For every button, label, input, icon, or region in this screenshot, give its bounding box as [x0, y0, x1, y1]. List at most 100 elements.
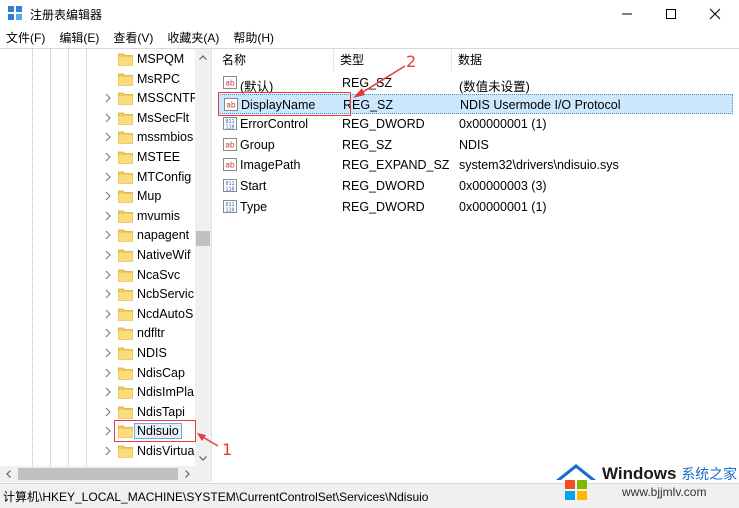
tree-item[interactable]: NdisImPla [0, 383, 195, 402]
regedit-app-icon [8, 6, 22, 20]
window-title: 注册表编辑器 [30, 8, 103, 22]
tree-item[interactable]: MsRPC [0, 70, 195, 89]
menu-file[interactable]: 文件(F) [0, 28, 51, 48]
maximize-button[interactable] [649, 0, 693, 28]
scroll-down-button[interactable] [195, 450, 211, 466]
maximize-icon [666, 9, 676, 19]
expand-arrow-icon[interactable] [103, 112, 113, 124]
svg-text:110: 110 [225, 187, 234, 193]
folder-icon [118, 308, 133, 321]
tree-item-label: NcbServic [137, 287, 194, 302]
expand-arrow-icon[interactable] [103, 347, 113, 359]
key-tree-pane[interactable]: MSPQM MsRPC MSSCNTR MsSecFlt mssmbios MSTEE MT… [0, 49, 212, 482]
tree-item[interactable]: NDIS [0, 344, 195, 363]
expand-arrow-icon[interactable] [103, 425, 113, 437]
tree-item[interactable]: MSSCNTR [0, 89, 199, 108]
value-data: system32\drivers\ndisuio.sys [459, 158, 619, 173]
folder-icon [118, 347, 133, 360]
tree-item[interactable]: MTConfig [0, 168, 195, 187]
tree-item[interactable]: NdisVirtua [0, 442, 195, 461]
string-value-icon: ab [223, 76, 237, 89]
annotation-arrow-2 [353, 65, 406, 98]
menu-help[interactable]: 帮助(H) [227, 28, 280, 48]
folder-icon [118, 367, 133, 380]
annotation-number-2: 2 [406, 52, 417, 71]
title-bar: 注册表编辑器 [0, 0, 739, 28]
tree-item[interactable]: ndfltr [0, 324, 195, 343]
value-row[interactable]: ab ImagePath REG_EXPAND_SZ system32\drivers… [218, 155, 733, 175]
tree-item[interactable]: napagent [0, 226, 195, 245]
folder-icon [118, 92, 133, 106]
value-row[interactable]: 011 110 ErrorControl REG_DWORD 0x00000001 (1… [218, 114, 733, 134]
watermark-brand-cn: 系统之家 [681, 466, 738, 482]
value-type: REG_DWORD [342, 179, 425, 193]
scroll-up-button[interactable] [195, 49, 211, 65]
column-header-data[interactable]: 数据 [452, 49, 739, 71]
folder-icon [118, 386, 133, 400]
expand-arrow-icon[interactable] [103, 327, 113, 339]
scroll-left-button[interactable] [0, 466, 16, 482]
expand-arrow-icon[interactable] [103, 229, 113, 241]
minimize-button[interactable] [605, 0, 649, 28]
tree-item[interactable]: NdisTapi [0, 403, 195, 422]
expand-arrow-icon[interactable] [103, 288, 113, 300]
svg-text:ab: ab [225, 79, 235, 88]
tree-item[interactable]: MsSecFlt [0, 109, 195, 128]
expand-arrow-icon[interactable] [103, 171, 113, 183]
expand-arrow-icon[interactable] [103, 131, 113, 143]
tree-vertical-scrollbar[interactable] [195, 49, 211, 466]
tree-item-label: MsSecFlt [137, 110, 190, 125]
value-name: Start [240, 179, 267, 193]
minimize-icon [622, 13, 632, 15]
tree-item-label: NdisImPla [137, 385, 194, 400]
tree-item[interactable]: MSPQM [0, 50, 195, 69]
menu-favorites[interactable]: 收藏夹(A) [161, 28, 225, 48]
tree-item[interactable]: NcbServic [0, 285, 195, 304]
tree-item-label: ndfltr [137, 326, 165, 341]
watermark: Windows 系统之家 www.bjjmlv.com [550, 458, 739, 507]
expand-arrow-icon[interactable] [103, 308, 113, 320]
scroll-thumb[interactable] [196, 231, 210, 246]
tree-item[interactable]: mssmbios [0, 128, 195, 147]
menu-edit[interactable]: 编辑(E) [53, 28, 105, 48]
folder-icon [118, 445, 133, 458]
tree-item[interactable]: NcdAutoS [0, 305, 195, 324]
tree-item[interactable]: mvumis [0, 207, 195, 226]
expand-arrow-icon[interactable] [103, 151, 113, 163]
value-row[interactable]: ab (默认) REG_SZ (数值未设置) [218, 73, 733, 94]
tree-item[interactable]: Mup [0, 187, 195, 206]
windows-house-logo-icon [556, 464, 596, 500]
expand-arrow-icon[interactable] [103, 406, 113, 418]
folder-icon [118, 288, 133, 302]
value-row[interactable]: ab Group REG_SZ NDIS [218, 135, 733, 155]
folder-icon [118, 73, 133, 86]
expand-arrow-icon[interactable] [103, 190, 113, 202]
scroll-thumb[interactable] [18, 468, 178, 480]
tree-item-label: MsRPC [137, 71, 181, 86]
tree-item[interactable]: NcaSvc [0, 266, 195, 285]
svg-text:110: 110 [225, 125, 234, 131]
expand-arrow-icon[interactable] [103, 269, 113, 281]
expand-arrow-icon[interactable] [103, 445, 113, 457]
scroll-right-button[interactable] [179, 466, 195, 482]
value-data: (数值未设置) [459, 80, 530, 94]
tree-item-label: mssmbios [137, 130, 194, 145]
column-header-name[interactable]: 名称 [216, 49, 334, 71]
key-path: 计算机\HKEY_LOCAL_MACHINE\SYSTEM\CurrentCon… [3, 490, 429, 504]
value-type: REG_EXPAND_SZ [342, 158, 450, 173]
value-row[interactable]: 011 110 Start REG_DWORD 0x00000003 (3) [218, 176, 733, 196]
expand-arrow-icon[interactable] [103, 249, 113, 261]
expand-arrow-icon[interactable] [103, 210, 113, 222]
value-row[interactable]: 011 110 Type REG_DWORD 0x00000001 (1) [218, 197, 733, 217]
expand-arrow-icon[interactable] [103, 367, 113, 379]
tree-item[interactable]: MSTEE [0, 148, 195, 167]
tree-item[interactable]: NdisCap [0, 364, 195, 383]
expand-arrow-icon[interactable] [103, 92, 113, 104]
folder-icon [118, 269, 133, 282]
close-button[interactable] [693, 0, 737, 28]
value-name: Group [240, 137, 275, 152]
tree-horizontal-scrollbar[interactable] [0, 466, 195, 482]
tree-item[interactable]: NativeWif [0, 246, 195, 265]
expand-arrow-icon[interactable] [103, 386, 113, 398]
menu-view[interactable]: 查看(V) [107, 28, 159, 48]
